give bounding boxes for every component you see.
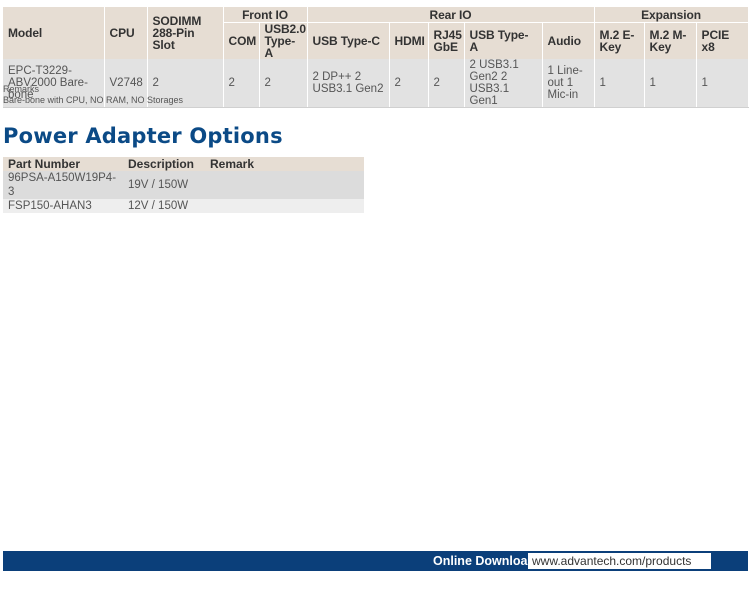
- cell-description: 12V / 150W: [123, 199, 205, 213]
- group-rear-io: Rear IO: [307, 7, 595, 23]
- online-download-link[interactable]: www.advantech.com/products: [528, 553, 711, 569]
- cell-usb20: 2: [259, 59, 308, 108]
- col-m2m: M.2 M-Key: [644, 22, 697, 59]
- table-row: FSP150-AHAN3 12V / 150W: [3, 199, 364, 213]
- cell-usbc: 2 DP++ 2 USB3.1 Gen2: [307, 59, 390, 108]
- col-sodimm: SODIMM 288-Pin Slot: [147, 7, 224, 59]
- col-description: Description: [123, 157, 205, 171]
- cell-rj45: 2: [428, 59, 465, 108]
- cell-hdmi: 2: [389, 59, 429, 108]
- cell-audio: 1 Line-out 1 Mic-in: [542, 59, 595, 108]
- group-expansion: Expansion: [594, 7, 749, 23]
- col-usba: USB Type-A: [464, 22, 543, 59]
- col-rj45: RJ45 GbE: [428, 22, 465, 59]
- remarks: Remarks Bare-bone with CPU, NO RAM, NO S…: [3, 84, 183, 106]
- power-adapter-table: Part Number Description Remark 96PSA-A15…: [3, 157, 364, 213]
- cell-pcie: 1: [696, 59, 749, 108]
- col-model: Model: [3, 7, 105, 59]
- cell-description: 19V / 150W: [123, 171, 205, 199]
- cell-m2m: 1: [644, 59, 697, 108]
- col-remark: Remark: [205, 157, 364, 171]
- col-usb20: USB2.0 Type-A: [259, 22, 308, 59]
- cell-remark: [205, 199, 364, 213]
- group-front-io: Front IO: [223, 7, 308, 23]
- cell-remark: [205, 171, 364, 199]
- col-m2e: M.2 E-Key: [594, 22, 645, 59]
- footer-bar: Online Download www.advantech.com/produc…: [3, 551, 748, 571]
- cell-part-number: FSP150-AHAN3: [3, 199, 123, 213]
- section-title-power-adapter: Power Adapter Options: [3, 124, 283, 148]
- remarks-label: Remarks: [3, 84, 40, 94]
- cell-part-number: 96PSA-A150W19P4-3: [3, 171, 123, 199]
- col-audio: Audio: [542, 22, 595, 59]
- col-part-number: Part Number: [3, 157, 123, 171]
- col-cpu: CPU: [104, 7, 148, 59]
- col-usbc: USB Type-C: [307, 22, 390, 59]
- remarks-text: Bare-bone with CPU, NO RAM, NO Storages: [3, 95, 184, 105]
- online-download-label: Online Download: [433, 554, 536, 568]
- table-row: 96PSA-A150W19P4-3 19V / 150W: [3, 171, 364, 199]
- col-com: COM: [223, 22, 260, 59]
- col-hdmi: HDMI: [389, 22, 429, 59]
- cell-m2e: 1: [594, 59, 645, 108]
- col-pcie: PCIE x8: [696, 22, 749, 59]
- cell-com: 2: [223, 59, 260, 108]
- cell-usba: 2 USB3.1 Gen2 2 USB3.1 Gen1: [464, 59, 543, 108]
